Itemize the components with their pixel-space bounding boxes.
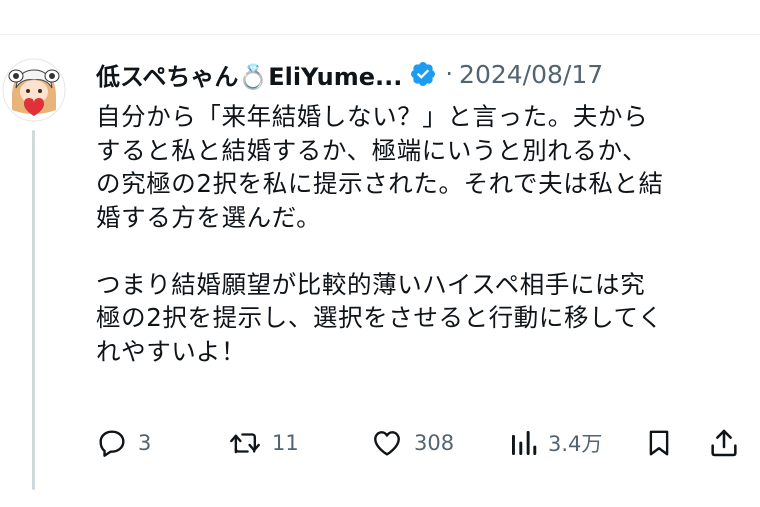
share-button[interactable]	[708, 423, 740, 463]
display-name[interactable]: 低スペちゃん💍EliYume...	[96, 57, 402, 92]
tweet-paragraph-2: つまり結婚願望が比較的薄いハイスペ相手には究 極の2択を提示し、選択をさせると行…	[96, 269, 663, 366]
like-button[interactable]: 308	[370, 423, 454, 463]
tweet-paragraph-1: 自分から「来年結婚しない？」と言った。夫から すると私と結婚するか、極端にいうと…	[96, 102, 664, 232]
share-icon	[711, 429, 737, 457]
reply-button[interactable]: 3	[96, 423, 151, 463]
like-count: 308	[414, 431, 455, 455]
tweet-text: 自分から「来年結婚しない？」と言った。夫から すると私と結婚するか、極端にいうと…	[96, 100, 746, 368]
views-icon	[512, 431, 537, 455]
top-divider	[0, 34, 760, 35]
repost-count: 11	[272, 431, 299, 455]
action-bar: 3 11 308 3.4万	[96, 423, 746, 463]
views-count: 3.4万	[548, 432, 603, 456]
reply-icon	[99, 430, 125, 457]
thread-line	[32, 130, 35, 490]
reply-count: 3	[138, 431, 152, 455]
repost-button[interactable]: 11	[228, 423, 299, 463]
avatar[interactable]	[2, 58, 66, 122]
bookmark-button[interactable]	[644, 423, 674, 463]
header-separator: ·	[445, 60, 454, 88]
views-button[interactable]: 3.4万	[510, 423, 602, 463]
avatar-illustration	[2, 58, 66, 122]
bookmark-icon	[649, 430, 669, 456]
heart-icon	[374, 431, 400, 456]
verified-badge-icon	[411, 62, 436, 86]
tweet-header: 低スペちゃん💍EliYume... · 2024/08/17	[96, 56, 736, 92]
tweet-date[interactable]: 2024/08/17	[459, 60, 603, 89]
repost-icon	[230, 433, 260, 454]
